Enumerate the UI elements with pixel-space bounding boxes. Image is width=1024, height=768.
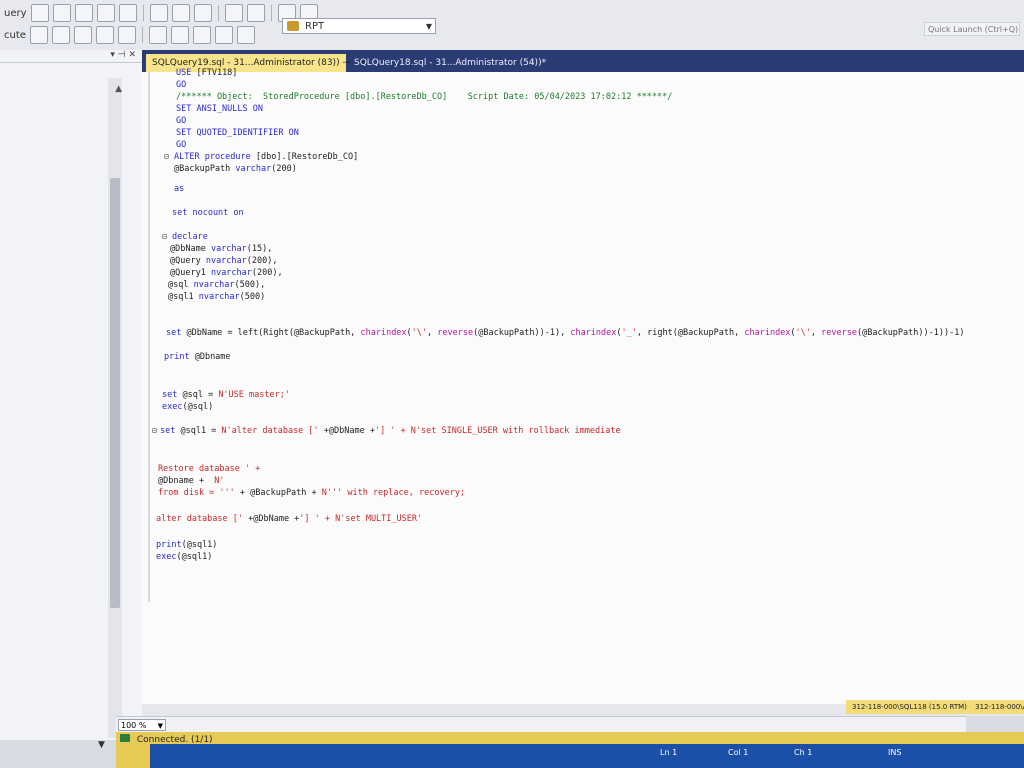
connection-combo[interactable]: RPT ▼ [282,18,436,34]
separator [217,5,219,21]
toolbar: uery cute RPT ▼ Quick Launch (Ctrl+Q) [0,0,1024,51]
quick-launch-input[interactable]: Quick Launch (Ctrl+Q) [924,22,1020,36]
specify-values-icon[interactable] [236,26,255,44]
ins-indicator: INS [888,748,902,757]
server-name: 312-118-000\SQL118 (15.0 RTM) [852,703,967,711]
close-icon[interactable]: ✕ [128,50,136,60]
server-user: 312-118-000\A [975,703,1024,711]
connection-combo-value: RPT [305,21,325,32]
xmla-icon[interactable] [96,4,115,22]
dmx-icon[interactable] [74,4,93,22]
sql-code[interactable]: USE [FTV118] GO /****** Object: StoredPr… [142,68,1024,704]
chevron-down-icon[interactable]: ▼ [426,19,432,35]
position-bar: Ln 1 Col 1 Ch 1 INS [150,744,1024,768]
line-indicator: Ln 1 [660,748,678,757]
tab-sqlquery18[interactable]: SQLQuery18.sql - 31...Administrator (54)… [348,54,548,72]
query-options-icon[interactable] [73,26,92,44]
chevron-down-icon[interactable]: ▼ [158,720,163,732]
indent-icon[interactable] [192,26,211,44]
connected-icon [120,734,130,742]
zoom-value: 100 % [121,721,147,730]
toolbar-row-2: cute [0,24,255,46]
col-indicator: Col 1 [728,748,749,757]
collapse-icon[interactable]: ⊟ [152,426,157,435]
dax-icon[interactable] [118,4,137,22]
document-tabbar: SQLQuery19.sql - 31...Administrator (83)… [142,50,1024,72]
parse-checkmark-icon[interactable] [29,26,48,44]
query-label: uery [4,7,27,19]
display-plan-icon[interactable] [51,26,70,44]
object-explorer-panel: ▾ ⊣ ✕ ▲ [0,50,143,740]
panel-header: ▾ ⊣ ✕ [0,50,142,63]
tab-label: SQLQuery19.sql - 31...Administrator (83)… [152,58,340,68]
uncomment-icon[interactable] [170,26,189,44]
panel-scrollbar[interactable] [108,78,122,738]
separator [141,27,143,43]
scroll-up-icon[interactable]: ▲ [115,84,122,94]
chevron-down-icon[interactable]: ▼ [98,740,105,750]
comment-icon[interactable] [148,26,167,44]
copy-icon[interactable] [171,4,190,22]
server-info-bar: 312-118-000\SQL118 (15.0 RTM) 312-118-00… [846,700,1024,714]
paste-icon[interactable] [193,4,212,22]
ch-indicator: Ch 1 [794,748,813,757]
results-file-icon[interactable] [117,26,136,44]
collapse-icon[interactable]: ⊟ [164,152,169,161]
pin-icon[interactable]: ▾ ⊣ [110,50,125,60]
scrollbar-thumb[interactable] [110,178,120,608]
cut-icon[interactable] [149,4,168,22]
editor-status-strip: 100 % ▼ [116,716,966,733]
zoom-select[interactable]: 100 % ▼ [118,719,166,731]
execute-label[interactable]: cute [4,30,26,41]
database-icon [287,21,299,31]
results-grid-icon[interactable] [95,26,114,44]
code-editor[interactable]: USE [FTV118] GO /****** Object: StoredPr… [142,68,1024,704]
new-query-icon[interactable] [30,4,49,22]
outdent-icon[interactable] [214,26,233,44]
toolbar-row-1: uery [0,2,318,24]
separator [142,5,144,21]
separator [270,5,272,21]
redo-icon[interactable] [246,4,265,22]
tab-label: SQLQuery18.sql - 31...Administrator (54)… [354,58,547,68]
collapse-icon[interactable]: ⊟ [162,232,167,241]
undo-icon[interactable] [224,4,243,22]
mdx-icon[interactable] [52,4,71,22]
